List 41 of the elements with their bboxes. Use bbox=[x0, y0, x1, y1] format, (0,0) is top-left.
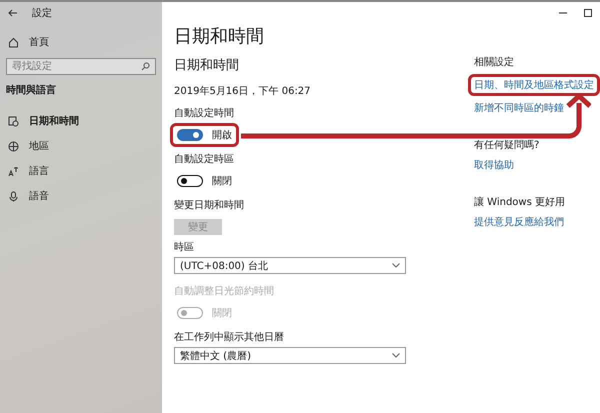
related-heading: 有任何疑問嗎? bbox=[474, 138, 540, 152]
toggle-switch[interactable] bbox=[177, 129, 203, 141]
minimize-icon[interactable] bbox=[559, 12, 567, 14]
link[interactable]: 取得協助 bbox=[474, 157, 514, 173]
setting-label: 自動調整日光節約時間 bbox=[174, 284, 275, 298]
current-datetime: 2019年5月16日，下午 06:27 bbox=[174, 85, 312, 98]
section-title: 日期和時間 bbox=[174, 57, 240, 74]
chevron-down-icon bbox=[392, 353, 400, 358]
setting-label: 在工作列中顯示其他日曆 bbox=[174, 330, 285, 344]
link[interactable]: 提供意見反應給我們 bbox=[474, 214, 564, 230]
back-arrow-icon[interactable] bbox=[8, 9, 18, 17]
dropdown[interactable]: (UTC+08:00) 台北 bbox=[174, 257, 406, 274]
setting-label: 自動設定時間 bbox=[174, 106, 235, 120]
page-title: 日期和時間 bbox=[174, 25, 265, 48]
search-icon bbox=[141, 62, 150, 71]
link[interactable]: 日期、時間及地區格式設定 bbox=[468, 74, 600, 96]
sidebar-item[interactable]: 地區 bbox=[6, 136, 156, 156]
setting-label: 自動設定時區 bbox=[174, 152, 235, 166]
home-icon bbox=[8, 36, 19, 48]
language-icon bbox=[8, 166, 19, 176]
window-title: 設定 bbox=[32, 6, 52, 20]
toggle-state: 開啟 bbox=[212, 129, 232, 142]
maximize-icon[interactable] bbox=[584, 9, 592, 17]
related-heading: 讓 Windows 更好用 bbox=[474, 196, 566, 209]
microphone-icon bbox=[8, 190, 19, 202]
toggle-state: 關閉 bbox=[212, 175, 232, 188]
sidebar-item[interactable]: 語音 bbox=[6, 186, 156, 206]
globe-icon bbox=[8, 140, 19, 152]
chevron-down-icon bbox=[392, 263, 400, 268]
link[interactable]: 新增不同時區的時鐘 bbox=[474, 100, 564, 116]
toggle-switch[interactable] bbox=[177, 175, 203, 187]
toggle-state: 關閉 bbox=[212, 307, 232, 320]
section-heading: 時間與語言 bbox=[6, 83, 57, 97]
sidebar-item[interactable]: 語言 bbox=[6, 161, 156, 181]
search-field[interactable]: 尋找設定 bbox=[6, 58, 156, 75]
dropdown[interactable]: 繁體中文 (農曆) bbox=[174, 347, 406, 364]
home-item[interactable]: 首頁 bbox=[6, 32, 156, 52]
related-heading: 相關設定 bbox=[474, 56, 515, 69]
setting-label: 時區 bbox=[174, 240, 195, 254]
setting-label: 變更日期和時間 bbox=[174, 198, 245, 212]
sidebar-item[interactable]: 日期和時間 bbox=[6, 111, 156, 131]
